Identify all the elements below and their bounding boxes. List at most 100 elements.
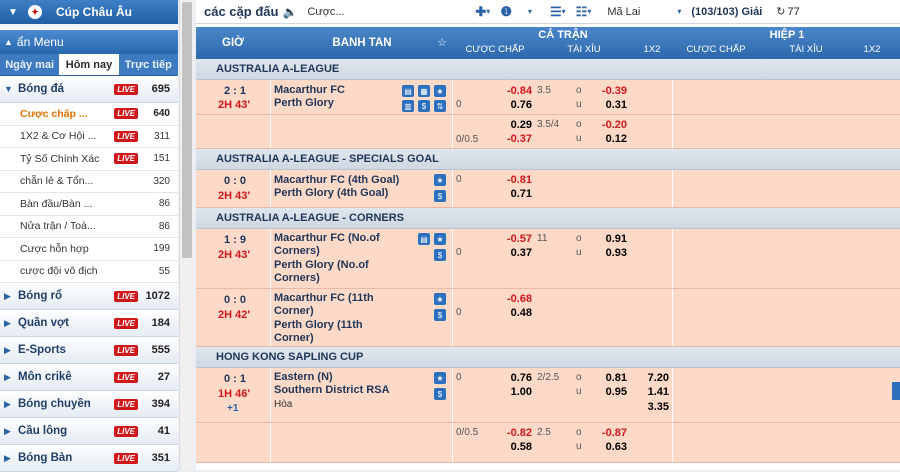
odds-home[interactable]: 0.76 bbox=[511, 372, 532, 384]
league-header[interactable]: AUSTRALIA A-LEAGUE bbox=[196, 59, 900, 80]
favorite-star-icon[interactable]: ★ bbox=[434, 174, 446, 186]
sort-icon[interactable]: ☰ bbox=[550, 4, 562, 20]
home-team[interactable]: Eastern (N) bbox=[274, 371, 333, 384]
parlay-icon[interactable]: ⇅ bbox=[434, 100, 446, 112]
favorite-star-icon[interactable]: ★ bbox=[434, 233, 446, 245]
sport-table-tennis[interactable]: ▶ Bóng Bàn LIVE 351 bbox=[0, 445, 178, 472]
list-view-icon[interactable]: ☷ bbox=[576, 4, 588, 20]
odds-1[interactable]: 7.20 bbox=[648, 372, 669, 384]
dollar-icon[interactable]: $ bbox=[418, 100, 430, 112]
tab-live[interactable]: Trực tiếp bbox=[119, 54, 178, 75]
sub-parlay[interactable]: Cược hỗn hợp 199 bbox=[0, 238, 178, 261]
odds-away[interactable]: -0.37 bbox=[507, 133, 532, 145]
favorite-star-icon[interactable]: ★ bbox=[434, 372, 446, 384]
home-team-cont[interactable]: Corner) bbox=[274, 305, 314, 318]
odds-away[interactable]: 0.71 bbox=[511, 188, 532, 200]
hide-menu-button[interactable]: ▲ ẩn Menu bbox=[0, 30, 178, 54]
chevron-down-icon[interactable]: ▾ bbox=[486, 7, 490, 16]
favorite-star-icon[interactable]: ★ bbox=[434, 85, 446, 97]
sport-badminton[interactable]: ▶ Cầu lông LIVE 41 bbox=[0, 418, 178, 445]
league-header[interactable]: AUSTRALIA A-LEAGUE - SPECIALS GOAL bbox=[196, 149, 900, 170]
odds-draw[interactable]: 3.35 bbox=[648, 401, 669, 413]
sidebar-scrollbar[interactable] bbox=[179, 0, 194, 470]
odds-under[interactable]: 0.93 bbox=[606, 247, 627, 259]
odds-under[interactable]: 0.95 bbox=[606, 386, 627, 398]
home-team-cont[interactable]: Corners) bbox=[274, 245, 320, 258]
speaker-icon[interactable]: 🔈 bbox=[282, 5, 297, 19]
odds-home[interactable]: -0.82 bbox=[507, 427, 532, 439]
dollar-icon[interactable]: $ bbox=[434, 388, 446, 400]
sub-1x2[interactable]: 1X2 & Cơ Hội ... LIVE 311 bbox=[0, 125, 178, 148]
odds-home[interactable]: -0.84 bbox=[507, 85, 532, 97]
odds-away[interactable]: 1.00 bbox=[511, 386, 532, 398]
odds-home[interactable]: -0.68 bbox=[507, 293, 532, 305]
home-team[interactable]: Macarthur FC bbox=[274, 84, 345, 97]
odds-home[interactable]: -0.57 bbox=[507, 233, 532, 245]
dollar-icon[interactable]: $ bbox=[434, 309, 446, 321]
odds-away[interactable]: 0.58 bbox=[511, 441, 532, 453]
chevron-down-icon[interactable]: ▾ bbox=[562, 7, 566, 16]
league-header[interactable]: AUSTRALIA A-LEAGUE - CORNERS bbox=[196, 208, 900, 229]
away-team[interactable]: Perth Glory bbox=[274, 97, 334, 110]
stats-icon[interactable]: ▤ bbox=[418, 233, 430, 245]
sport-count: 555 bbox=[151, 344, 170, 356]
odds-over[interactable]: 0.81 bbox=[606, 372, 627, 384]
scrollbar-thumb[interactable] bbox=[182, 2, 192, 258]
chevron-down-icon[interactable]: ▾ bbox=[528, 7, 532, 16]
away-team[interactable]: Perth Glory (11th bbox=[274, 319, 363, 332]
odds-home[interactable]: 0.29 bbox=[511, 119, 532, 131]
away-team[interactable]: Southern District RSA bbox=[274, 384, 390, 397]
chevron-down-icon[interactable]: ▾ bbox=[587, 7, 591, 16]
odds-over[interactable]: 0.91 bbox=[606, 233, 627, 245]
chevron-down-icon[interactable]: ▾ bbox=[677, 7, 681, 16]
sub-half-full[interactable]: Nửa trận / Toà... 86 bbox=[0, 215, 178, 238]
dollar-icon[interactable]: $ bbox=[434, 249, 446, 261]
sub-outright[interactable]: cược đội vô địch 55 bbox=[0, 260, 178, 283]
league-header[interactable]: HONG KONG SAPLING CUP bbox=[196, 347, 900, 368]
sub-handicap[interactable]: Cược chấp ... LIVE 640 bbox=[0, 103, 178, 126]
sport-cricket[interactable]: ▶ Môn crikê LIVE 27 bbox=[0, 364, 178, 391]
odds-over[interactable]: -0.87 bbox=[602, 427, 627, 439]
away-team[interactable]: Perth Glory (No.of bbox=[274, 259, 369, 272]
add-icon[interactable]: ✚ bbox=[475, 4, 486, 20]
info-icon[interactable]: ❶ bbox=[500, 4, 512, 20]
toolbar: các cặp đấu 🔈 Cược... ✚ ▾ ❶ ▾ ☰ ▾ ☷ ▾ Mã Lai… bbox=[196, 0, 900, 24]
euro-cup-button[interactable]: ▼ ✦ Cúp Châu Âu bbox=[0, 0, 178, 26]
side-tab[interactable] bbox=[892, 382, 900, 400]
odds-over[interactable]: -0.20 bbox=[602, 119, 627, 131]
odds-under[interactable]: 0.31 bbox=[606, 99, 627, 111]
tab-today[interactable]: Hôm nay bbox=[59, 54, 119, 75]
stats-icon[interactable]: ▤ bbox=[402, 85, 414, 97]
odds-under[interactable]: 0.12 bbox=[606, 133, 627, 145]
sport-football[interactable]: ▼ Bóng đá LIVE 695 bbox=[0, 76, 178, 103]
odds-2[interactable]: 1.41 bbox=[648, 386, 669, 398]
odds-under[interactable]: 0.63 bbox=[606, 441, 627, 453]
chart-icon[interactable]: ▥ bbox=[402, 100, 414, 112]
dollar-icon[interactable]: $ bbox=[434, 190, 446, 202]
home-team[interactable]: Macarthur FC (11th bbox=[274, 292, 374, 305]
odds-away[interactable]: 0.76 bbox=[511, 99, 532, 111]
away-team[interactable]: Perth Glory (4th Goal) bbox=[274, 187, 388, 200]
away-team-cont[interactable]: Corner) bbox=[274, 332, 314, 345]
home-team[interactable]: Macarthur FC (4th Goal) bbox=[274, 174, 399, 187]
sport-basketball[interactable]: ▶ Bóng rổ LIVE 1072 bbox=[0, 283, 178, 310]
sub-odd-even[interactable]: chẵn lẻ & Tổn... 320 bbox=[0, 170, 178, 193]
live-tv-icon[interactable]: ▦ bbox=[418, 85, 430, 97]
star-icon[interactable]: ☆ bbox=[436, 36, 448, 49]
home-team[interactable]: Macarthur FC (No.of bbox=[274, 232, 380, 245]
away-team-cont[interactable]: Corners) bbox=[274, 272, 320, 285]
tab-tomorrow[interactable]: Ngày mai bbox=[0, 54, 59, 75]
sport-esports[interactable]: ▶ E-Sports LIVE 555 bbox=[0, 337, 178, 364]
sport-volleyball[interactable]: ▶ Bóng chuyền LIVE 394 bbox=[0, 391, 178, 418]
sub-correct-score[interactable]: Tỷ Số Chính Xác LIVE 151 bbox=[0, 148, 178, 171]
odds-away[interactable]: 0.48 bbox=[511, 307, 532, 319]
sport-tennis[interactable]: ▶ Quần vợt LIVE 184 bbox=[0, 310, 178, 337]
odds-home[interactable]: -0.81 bbox=[507, 174, 532, 186]
odds-type-select[interactable]: Mã Lai bbox=[607, 6, 677, 18]
odds-away[interactable]: 0.37 bbox=[511, 247, 532, 259]
search-input[interactable]: Cược... bbox=[307, 6, 457, 18]
refresh-icon[interactable]: ↻ bbox=[776, 5, 785, 18]
favorite-star-icon[interactable]: ★ bbox=[434, 293, 446, 305]
sub-first-goal[interactable]: Bàn đầu/Bàn ... 86 bbox=[0, 193, 178, 216]
odds-over[interactable]: -0.39 bbox=[602, 85, 627, 97]
